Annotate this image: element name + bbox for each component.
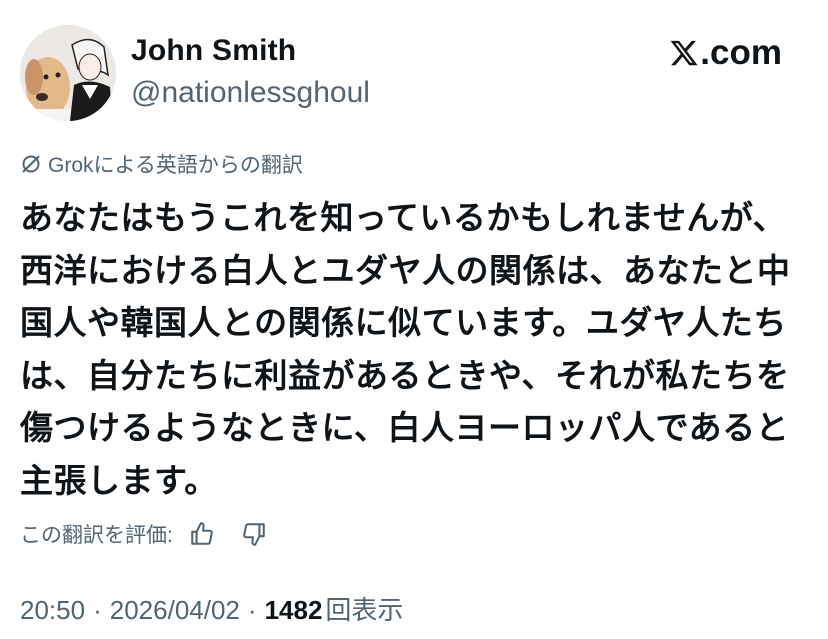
rate-translation-row: この翻訳を評価: — [20, 519, 269, 549]
x-logo-icon — [670, 40, 698, 66]
tweet-line: あなたはもうこれを知っているかもしれませんが、 — [20, 199, 787, 236]
views-count[interactable]: 1482 — [265, 595, 323, 626]
thumbs-up-button[interactable] — [187, 519, 217, 549]
tweet-date[interactable]: 2026/04/02 — [110, 595, 240, 626]
tweet-line: 主張します。 — [20, 461, 218, 499]
tweet-time[interactable]: 20:50 — [20, 595, 85, 626]
x-brand: .com — [669, 33, 782, 73]
tweet-text: あなたはもうこれを知っているかもしれませんが、 西洋における白人とユダヤ人の関係… — [20, 192, 810, 507]
translation-text: Grokによる英語からの翻訳 — [48, 154, 303, 177]
thumbs-up-icon — [191, 522, 213, 545]
thumbs-down-icon — [243, 523, 265, 546]
tweet-meta: 20:50 · 2026/04/02 · 1482 回表示 — [20, 590, 403, 627]
avatar[interactable] — [20, 25, 116, 121]
grok-icon — [22, 155, 40, 173]
tweet-line: 傷つけるようなときに、白人ヨーロッパ人であると — [20, 409, 790, 446]
avatar-image — [20, 25, 116, 121]
meta-separator: · — [93, 595, 102, 625]
thumbs-down-button[interactable] — [239, 519, 269, 549]
brand-text: .com — [700, 33, 782, 72]
user-handle[interactable]: @nationlessghoul — [131, 76, 370, 110]
translation-label: Grokによる英語からの翻訳 — [20, 149, 303, 179]
tweet-line: 西洋における白人とユダヤ人の関係は、あなたと中 — [20, 251, 791, 289]
tweet-line: 国人や韓国人との関係に似ています。ユダヤ人たち — [20, 304, 787, 341]
meta-separator: · — [247, 595, 257, 625]
display-name[interactable]: John Smith — [131, 34, 296, 68]
views-label: 回表示 — [325, 595, 404, 625]
tweet-line: は、自分たちに利益があるときや、それが私たちを — [20, 356, 790, 394]
rate-translation-label: この翻訳を評価: — [20, 524, 173, 547]
